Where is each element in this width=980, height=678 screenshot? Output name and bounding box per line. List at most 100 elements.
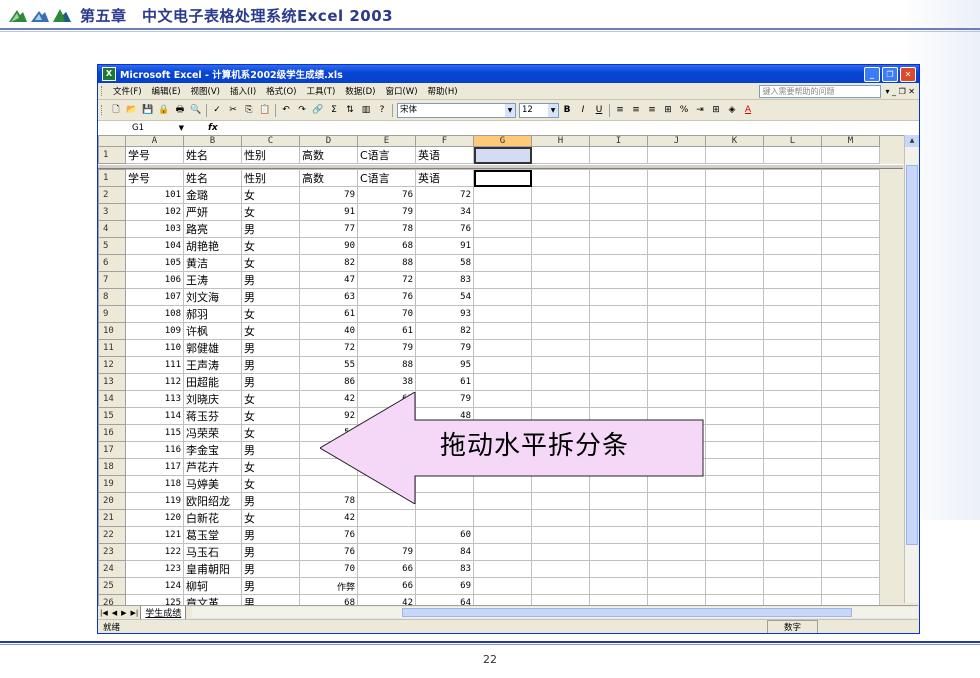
data-cell[interactable] [531,526,590,544]
data-cell[interactable]: 60 [415,526,474,544]
row-header[interactable]: 11 [98,339,126,357]
worksheet-grid[interactable]: ABCDEFGHIJKLM 1 学号 姓名 性别 高数 C语言 英语 1 学号 姓名 性别 高数 C语… [98,135,903,633]
data-cell[interactable] [705,475,764,493]
fx-icon[interactable]: fx [208,123,218,133]
data-cell[interactable] [705,560,764,578]
header-cell[interactable]: 英语 [415,146,474,164]
tab-next-icon[interactable]: ▶ [119,609,128,617]
data-cell[interactable] [415,509,474,527]
column-header-f[interactable]: F [415,135,474,147]
data-cell[interactable] [821,373,880,391]
data-cell[interactable] [357,509,416,527]
data-cell[interactable]: 76 [299,543,358,561]
empty-cell[interactable] [821,169,880,187]
help-icon[interactable]: ? [375,103,389,117]
data-cell[interactable] [473,254,532,272]
data-cell[interactable] [531,577,590,595]
data-cell[interactable] [821,441,880,459]
data-cell[interactable] [705,509,764,527]
data-cell[interactable]: 70 [357,305,416,323]
data-cell[interactable]: 男 [241,577,300,595]
data-cell[interactable]: 77 [299,220,358,238]
data-cell[interactable] [763,356,822,374]
empty-cell[interactable] [589,169,648,187]
data-cell[interactable] [705,186,764,204]
data-cell[interactable]: 72 [299,339,358,357]
sort-ascending-icon[interactable]: ⇅ [343,103,357,117]
borders-icon[interactable]: ⊞ [709,103,723,117]
row-header[interactable]: 25 [98,577,126,595]
data-cell[interactable]: 82 [299,254,358,272]
data-cell[interactable] [763,390,822,408]
data-cell[interactable] [589,543,648,561]
horizontal-scrollbar[interactable] [192,607,918,618]
data-cell[interactable] [821,288,880,306]
data-cell[interactable] [821,356,880,374]
name-box[interactable]: G1 ▼ [98,122,188,134]
data-cell[interactable]: 72 [357,271,416,289]
data-cell[interactable] [531,305,590,323]
horizontal-scroll-thumb[interactable] [402,608,853,617]
data-cell[interactable]: 116 [125,441,184,459]
row-header[interactable]: 5 [98,237,126,255]
header-cell[interactable]: 高数 [299,146,358,164]
data-cell[interactable] [647,526,706,544]
percent-icon[interactable]: % [677,103,691,117]
empty-cell[interactable] [531,169,590,187]
fill-color-icon[interactable]: ◈ [725,103,739,117]
data-cell[interactable]: 女 [241,237,300,255]
data-cell[interactable] [763,492,822,510]
row-header[interactable]: 14 [98,390,126,408]
data-cell[interactable]: 蒋玉芬 [183,407,242,425]
row-header[interactable]: 13 [98,373,126,391]
data-cell[interactable] [647,560,706,578]
data-cell[interactable] [705,305,764,323]
data-cell[interactable]: 芦花卉 [183,458,242,476]
data-cell[interactable]: 女 [241,186,300,204]
row-header[interactable]: 15 [98,407,126,425]
data-cell[interactable] [705,237,764,255]
data-cell[interactable]: 金璐 [183,186,242,204]
data-cell[interactable]: 女 [241,458,300,476]
data-cell[interactable]: 男 [241,373,300,391]
data-cell[interactable] [821,254,880,272]
print-icon[interactable]: 🖶 [173,103,187,117]
preview-icon[interactable]: 🔍 [189,103,203,117]
data-cell[interactable]: 严妍 [183,203,242,221]
new-icon[interactable]: 🗋 [109,103,123,117]
underline-icon[interactable]: U [592,103,606,117]
data-cell[interactable] [763,254,822,272]
data-cell[interactable] [473,560,532,578]
save-icon[interactable]: 💾 [141,103,155,117]
data-cell[interactable] [821,560,880,578]
data-cell[interactable] [473,322,532,340]
data-cell[interactable]: 王涛 [183,271,242,289]
data-cell[interactable] [473,339,532,357]
data-cell[interactable]: 胡艳艳 [183,237,242,255]
data-cell[interactable] [821,458,880,476]
data-cell[interactable]: 123 [125,560,184,578]
data-cell[interactable]: 葛玉堂 [183,526,242,544]
data-cell[interactable] [705,441,764,459]
data-cell[interactable] [531,543,590,561]
data-cell[interactable]: 男 [241,543,300,561]
scroll-up-icon[interactable]: ▲ [905,135,919,147]
menu-help[interactable]: 帮助(H) [423,85,463,97]
data-cell[interactable] [531,288,590,306]
data-cell[interactable]: 白新花 [183,509,242,527]
data-cell[interactable] [763,441,822,459]
empty-cell[interactable] [705,169,764,187]
data-cell[interactable]: 54 [415,288,474,306]
data-cell[interactable]: 122 [125,543,184,561]
font-name-select[interactable]: 宋体 ▼ [397,102,516,118]
chevron-down-icon[interactable]: ▼ [179,122,184,134]
data-cell[interactable] [821,407,880,425]
excel-app-icon[interactable]: X [102,67,116,81]
empty-cell[interactable] [531,146,590,164]
data-cell[interactable]: 111 [125,356,184,374]
data-cell[interactable]: 88 [357,356,416,374]
header-cell[interactable]: 姓名 [183,146,242,164]
data-cell[interactable] [531,339,590,357]
data-cell[interactable]: 40 [299,322,358,340]
data-cell[interactable] [763,237,822,255]
